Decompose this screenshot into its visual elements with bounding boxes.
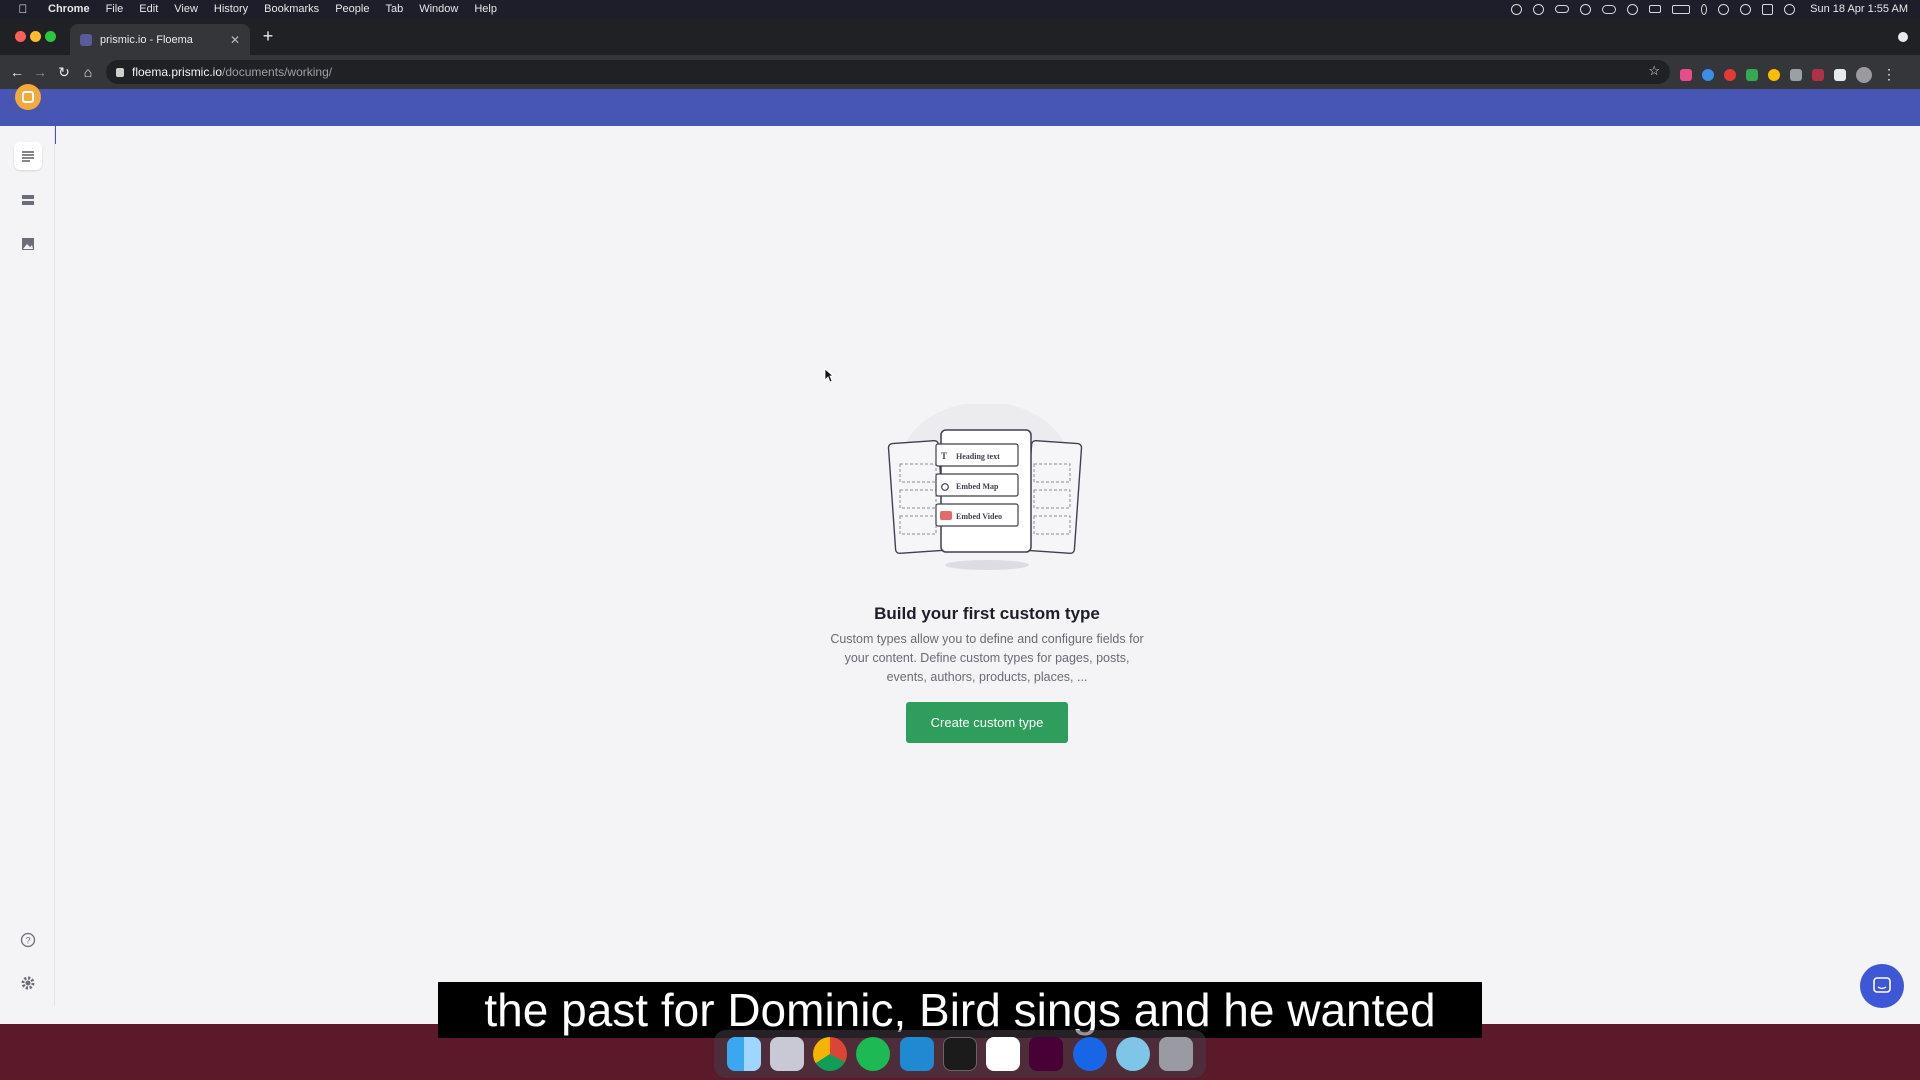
- new-tab-button[interactable]: +: [258, 27, 278, 45]
- prismic-logo[interactable]: [15, 84, 41, 110]
- menu-history[interactable]: History: [206, 3, 256, 15]
- forward-icon[interactable]: →: [31, 63, 49, 81]
- search-icon[interactable]: [1740, 3, 1752, 15]
- empty-state-description: Custom types allow you to define and con…: [830, 632, 1144, 684]
- trash-icon[interactable]: [1159, 1037, 1194, 1071]
- extension-chrome-icon[interactable]: [1768, 68, 1780, 81]
- video-icon: [940, 511, 952, 520]
- sidebar-help[interactable]: ?: [14, 926, 42, 954]
- sidebar-custom-types[interactable]: [14, 186, 42, 214]
- chrome-menu-icon[interactable]: ⋮: [1882, 66, 1896, 83]
- terminal-icon[interactable]: [942, 1037, 977, 1071]
- settings-icon: [21, 976, 35, 990]
- wifi-off-icon[interactable]: [1718, 3, 1730, 15]
- battery-icon[interactable]: [1672, 4, 1691, 14]
- intercom-chat-button[interactable]: [1860, 964, 1904, 1008]
- url-path: /documents/working/: [222, 65, 333, 79]
- card-embed-map: Embed Map: [956, 482, 999, 491]
- extension-drive-icon[interactable]: [1746, 68, 1758, 81]
- control-center-icon[interactable]: [1762, 3, 1774, 15]
- extension-onepassword-icon[interactable]: [1702, 68, 1714, 81]
- menubar-clock[interactable]: Sun 18 Apr 1:55 AM: [1810, 3, 1908, 15]
- create-custom-type-button[interactable]: Create custom type: [906, 702, 1068, 743]
- media-icon: [22, 238, 34, 250]
- empty-state-title: Build your first custom type: [874, 604, 1100, 623]
- tab-title: prismic.io - Floema: [100, 33, 193, 46]
- svg-text:?: ?: [25, 936, 30, 946]
- minimize-window-button[interactable]: [30, 31, 41, 42]
- status-area: Sun 18 Apr 1:55 AM: [1511, 0, 1908, 18]
- apple-icon[interactable]: : [16, 2, 30, 16]
- maps-pin-icon[interactable]: [1072, 1037, 1107, 1071]
- extension-lastpass-icon[interactable]: [1812, 68, 1824, 81]
- cloud-upload-icon[interactable]: [1602, 4, 1617, 14]
- back-icon[interactable]: ←: [8, 63, 26, 81]
- siri-icon[interactable]: [1784, 3, 1796, 15]
- onepassword-icon[interactable]: [1580, 3, 1592, 15]
- tab-strip: prismic.io - Floema ✕ +: [0, 18, 1920, 55]
- mac-dock: [714, 1030, 1206, 1078]
- documents-icon: [22, 151, 34, 162]
- menu-view[interactable]: View: [166, 3, 206, 15]
- extension-shield-icon[interactable]: [1790, 68, 1802, 81]
- help-icon: ?: [20, 932, 36, 948]
- menu-file[interactable]: File: [98, 3, 132, 15]
- cloud-icon[interactable]: [1555, 5, 1570, 13]
- launchpad-icon[interactable]: [769, 1037, 804, 1071]
- mac-menubar:  Chrome File Edit View History Bookmark…: [0, 0, 1920, 18]
- close-window-button[interactable]: [15, 31, 26, 42]
- spotify-icon[interactable]: [856, 1037, 891, 1071]
- custom-type-illustration: T Heading text Embed Map Embed Video: [887, 404, 1083, 570]
- browser-toolbar: ← → ↻ ⌂ floema.prismic.io/documents/work…: [0, 55, 1920, 89]
- address-bar[interactable]: floema.prismic.io/documents/working/ ☆: [106, 60, 1670, 84]
- home-icon[interactable]: ⌂: [79, 63, 97, 81]
- app-sidebar: ?: [0, 126, 55, 1006]
- prismic-logo-mark: [22, 91, 34, 103]
- heading-text-field-icon: T: [941, 451, 947, 461]
- bluetooth-icon[interactable]: [1701, 3, 1708, 15]
- card-heading-text: Heading text: [956, 452, 1000, 461]
- sidebar-settings[interactable]: [14, 969, 42, 997]
- prismic-favicon-icon: [80, 33, 92, 46]
- menu-bookmarks[interactable]: Bookmarks: [256, 3, 327, 15]
- play-icon[interactable]: [1627, 3, 1639, 15]
- menu-edit[interactable]: Edit: [131, 3, 166, 15]
- record-icon[interactable]: [1511, 3, 1523, 15]
- sidebar-media[interactable]: [14, 230, 42, 258]
- card-embed-video: Embed Video: [956, 512, 1002, 521]
- tab-close-icon[interactable]: ✕: [228, 33, 242, 47]
- slack-icon[interactable]: [986, 1037, 1021, 1071]
- extensions-puzzle-icon[interactable]: [1834, 68, 1846, 81]
- extension-red-icon[interactable]: [1724, 68, 1736, 81]
- chrome-icon[interactable]: [813, 1037, 848, 1071]
- network-utility-icon[interactable]: [1116, 1037, 1151, 1071]
- vscode-icon[interactable]: [899, 1037, 934, 1071]
- finder-icon[interactable]: [726, 1037, 761, 1071]
- battery-extra-icon[interactable]: [1649, 5, 1662, 13]
- extension-pink-icon[interactable]: [1680, 68, 1692, 81]
- profile-avatar[interactable]: [1856, 66, 1872, 83]
- menu-help[interactable]: Help: [466, 3, 505, 15]
- adobe-xd-icon[interactable]: [1029, 1037, 1064, 1071]
- bookmark-star-icon[interactable]: ☆: [1648, 63, 1660, 79]
- menu-tab[interactable]: Tab: [377, 3, 411, 15]
- creative-cloud-icon[interactable]: [1533, 3, 1545, 15]
- tab-search-icon[interactable]: [1898, 32, 1908, 42]
- menu-app-name[interactable]: Chrome: [40, 3, 98, 15]
- sidebar-documents[interactable]: [14, 142, 42, 170]
- lock-icon: [116, 67, 124, 77]
- chat-icon: [1873, 977, 1891, 993]
- url-host: floema.prismic.io: [132, 65, 223, 79]
- mouse-cursor-icon: [824, 368, 834, 383]
- zoom-window-button[interactable]: [45, 31, 56, 42]
- browser-tab[interactable]: prismic.io - Floema ✕: [70, 24, 250, 55]
- menu-window[interactable]: Window: [411, 3, 466, 15]
- menu-people[interactable]: People: [327, 3, 377, 15]
- reload-icon[interactable]: ↻: [55, 63, 73, 81]
- custom-types-icon: [22, 195, 34, 205]
- extensions-area: ⋮: [1680, 66, 1896, 83]
